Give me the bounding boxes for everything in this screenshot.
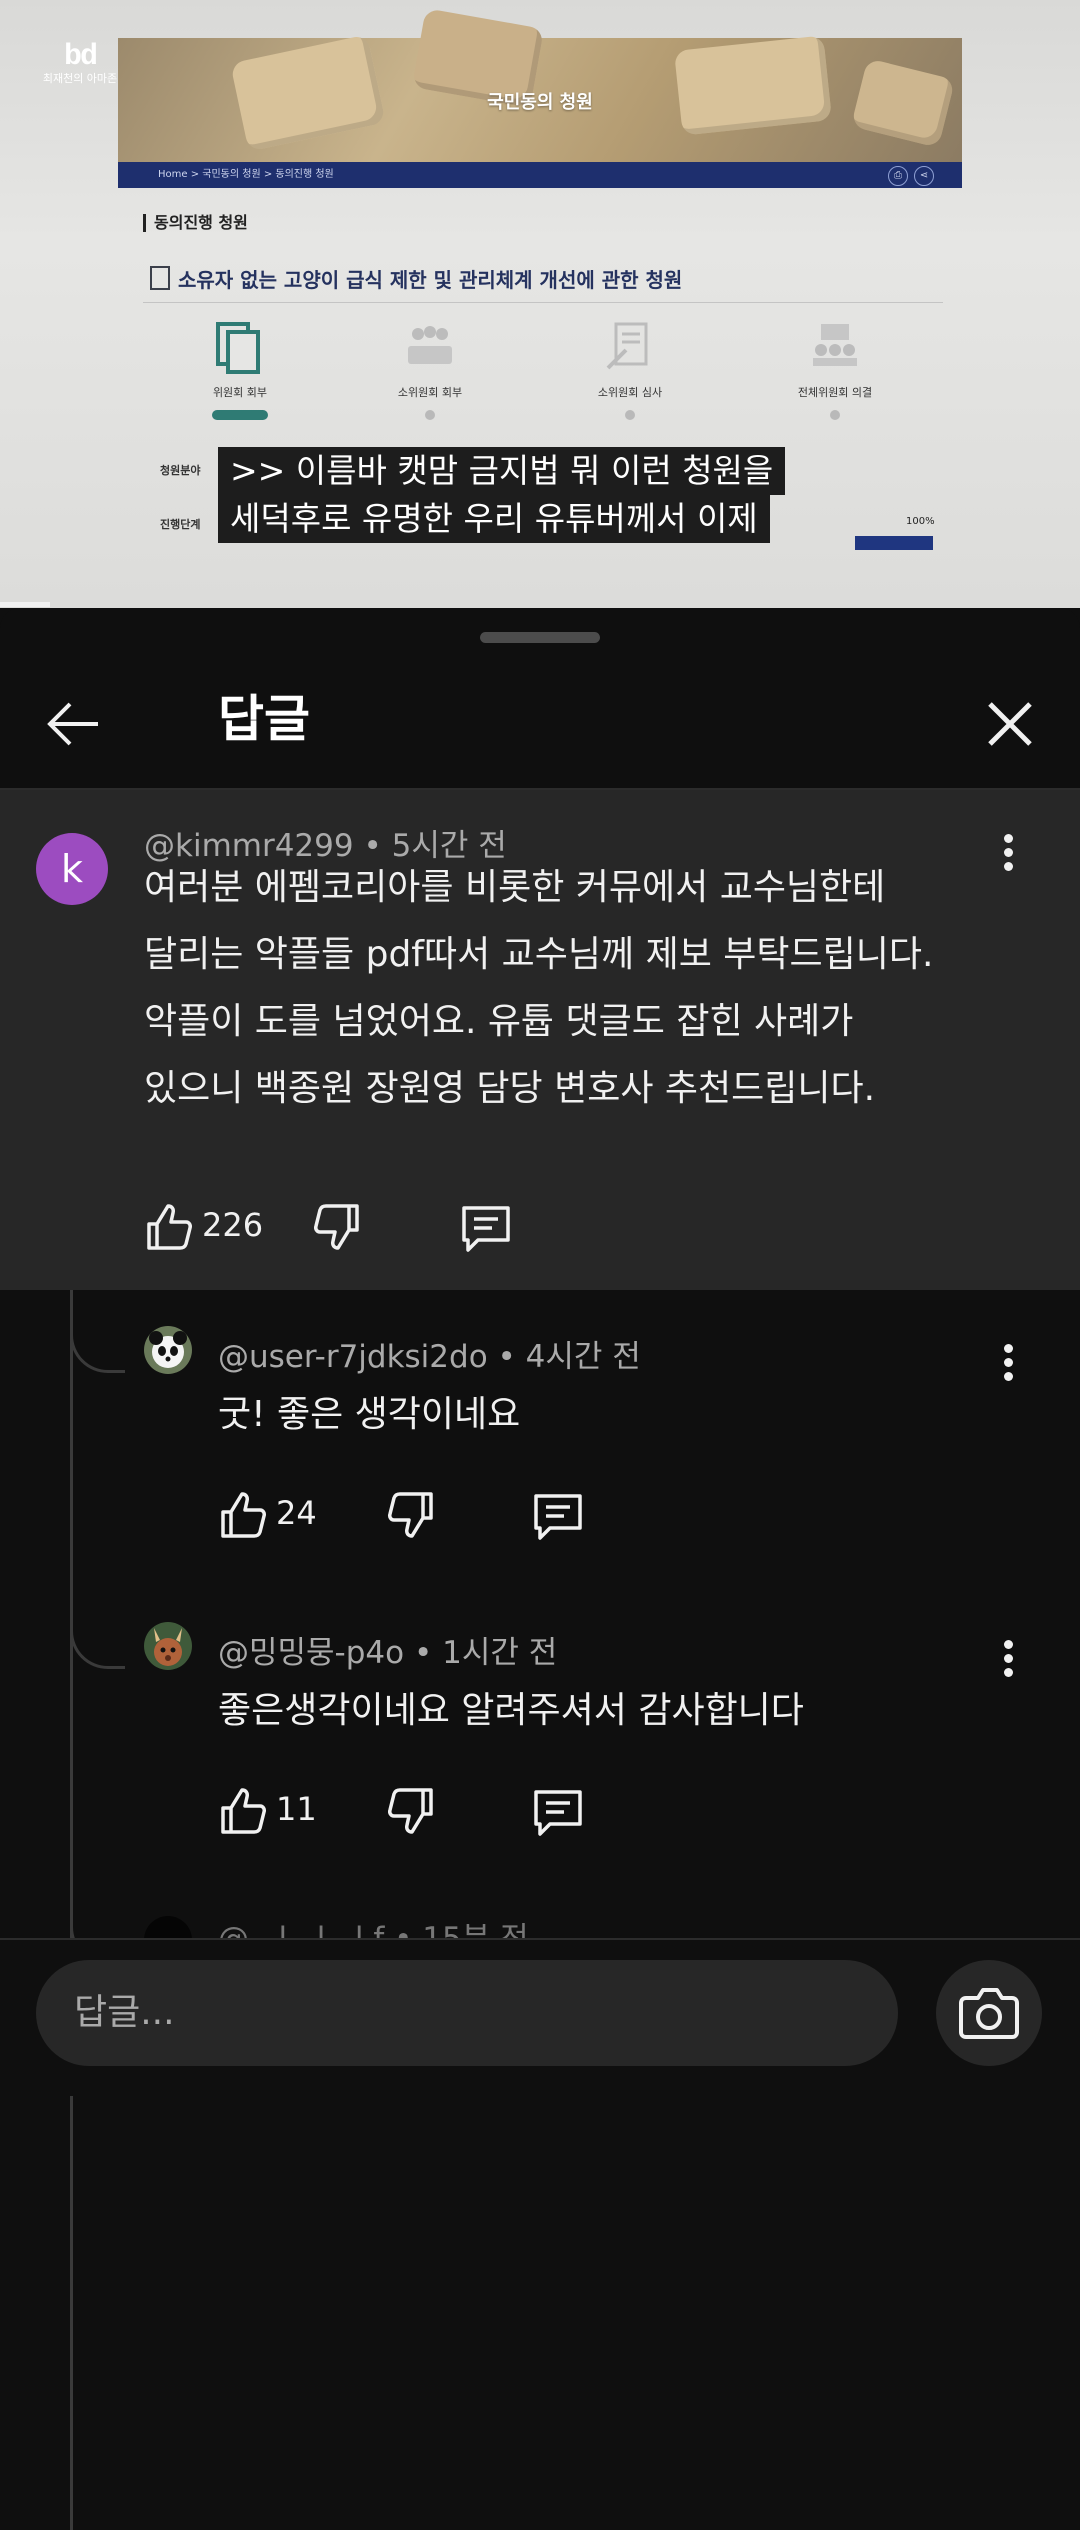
step-full-committee-resolution: 전체위원회 의결 (765, 320, 905, 420)
avatar[interactable]: k (36, 833, 108, 905)
thumbs-down-icon (388, 1788, 433, 1834)
arrow-left-icon[interactable] (44, 694, 104, 754)
progress-percent: 100% (906, 516, 935, 527)
thumbs-up-icon (147, 1204, 192, 1250)
breadcrumb: Home > 국민동의 청원 > 동의진행 청원 ⎙ ⋖ (118, 162, 962, 188)
thread-line (70, 1290, 73, 2530)
like-button[interactable]: 24 (218, 1490, 338, 1546)
like-count: 226 (202, 1206, 264, 1244)
section-title: 동의진행 청원 (143, 214, 248, 232)
field-label: 청원분야 (160, 464, 201, 477)
dislike-button[interactable] (386, 1490, 436, 1546)
comment-icon (534, 1494, 582, 1540)
panda-avatar-icon[interactable] (144, 1326, 192, 1374)
panel-title: 답글 (218, 690, 310, 748)
comment-icon (534, 1790, 582, 1836)
document-icon (150, 266, 170, 290)
comment-author[interactable]: @밍밍뭉-p4o (218, 1635, 404, 1671)
thumbs-up-icon (221, 1492, 266, 1538)
meeting-icon (404, 320, 456, 372)
comment-meta: @밍밍뭉-p4o • 1시간 전 (218, 1635, 558, 1671)
like-count: 24 (276, 1494, 317, 1532)
comment-author[interactable]: @user-r7jdksi2do (218, 1339, 488, 1375)
comment-time: 1시간 전 (442, 1635, 558, 1671)
camera-icon (959, 1988, 1019, 2039)
comment-text: 좋은생각이네요 알려주셔서 감사합니다 (218, 1690, 804, 1731)
thumbs-down-icon (314, 1204, 359, 1250)
documents-icon (214, 320, 266, 374)
camera-button[interactable] (936, 1960, 1042, 2066)
more-options-icon[interactable] (993, 1340, 1023, 1390)
reply-composer: 답글... (0, 1938, 1080, 2096)
parent-comment: k @kimmr4299 • 5시간 전 여러분 에펨코리아를 비롯한 커뮤에서… (0, 790, 1080, 1290)
field-label: 진행단계 (160, 518, 201, 531)
reply-input[interactable]: 답글... (36, 1960, 898, 2066)
comment-text: 여러분 에펨코리아를 비롯한 커뮤에서 교수님한테 달리는 악플들 pdf따서 … (144, 867, 934, 1109)
comment-meta: @user-r7jdksi2do • 4시간 전 (218, 1339, 641, 1375)
comment-time: 4시간 전 (525, 1339, 641, 1375)
drag-handle[interactable] (480, 632, 600, 643)
more-options-icon[interactable] (993, 1636, 1023, 1686)
step-subcommittee-review: 소위원회 심사 (560, 320, 700, 420)
step-committee-referral: 위원회 회부 (170, 320, 310, 420)
review-document-icon (604, 320, 656, 372)
petition-site-banner: 국민동의 청원 Home > 국민동의 청원 > 동의진행 청원 ⎙ ⋖ (118, 8, 962, 188)
like-button[interactable]: 11 (218, 1786, 338, 1842)
deer-avatar-icon[interactable] (144, 1622, 192, 1670)
subtitle-line: 세덕후로 유명한 우리 유튜버께서 이제 (218, 495, 770, 543)
thread-connector (70, 1330, 125, 1373)
replies-panel: 답글 k @kimmr4299 • 5시간 전 여러분 에펨코리아를 비롯한 커… (0, 608, 1080, 2530)
petition-progress-bar (855, 536, 933, 550)
subtitle-line: >> 이름바 캣맘 금지법 뭐 이런 청원을 (218, 447, 786, 495)
close-icon[interactable] (980, 694, 1040, 754)
channel-logo: bd 최재천의 아마존 (42, 40, 118, 85)
reply-button[interactable] (532, 1786, 582, 1842)
thumbs-up-icon (221, 1788, 266, 1834)
banner-title: 국민동의 청원 (487, 92, 593, 113)
presentation-icon (809, 320, 861, 372)
like-button[interactable]: 226 (144, 1202, 284, 1258)
thumbs-down-icon (388, 1492, 433, 1538)
thread-connector (70, 1626, 125, 1669)
comment-text: 굿! 좋은 생각이네요 (218, 1394, 521, 1435)
share-icon: ⋖ (914, 166, 934, 186)
comment-meta: @...l...l...l.f • 15분 전 (218, 1918, 529, 1938)
dislike-button[interactable] (312, 1202, 362, 1258)
divider (143, 302, 943, 303)
reply-button[interactable] (532, 1490, 582, 1546)
video-progress-bar[interactable] (0, 602, 50, 607)
step-subcommittee-referral: 소위원회 회부 (360, 320, 500, 420)
dislike-button[interactable] (386, 1786, 436, 1842)
print-icon: ⎙ (888, 166, 908, 186)
reply-button[interactable] (460, 1202, 510, 1258)
comment-icon (462, 1206, 510, 1252)
petition-title: 소유자 없는 고양이 급식 제한 및 관리체계 개선에 관한 청원 (150, 264, 682, 293)
video-player[interactable]: bd 최재천의 아마존 국민동의 청원 Home > 국민동의 청원 > 동의진… (0, 0, 1080, 608)
like-count: 11 (276, 1790, 317, 1828)
more-options-icon[interactable] (993, 830, 1023, 880)
